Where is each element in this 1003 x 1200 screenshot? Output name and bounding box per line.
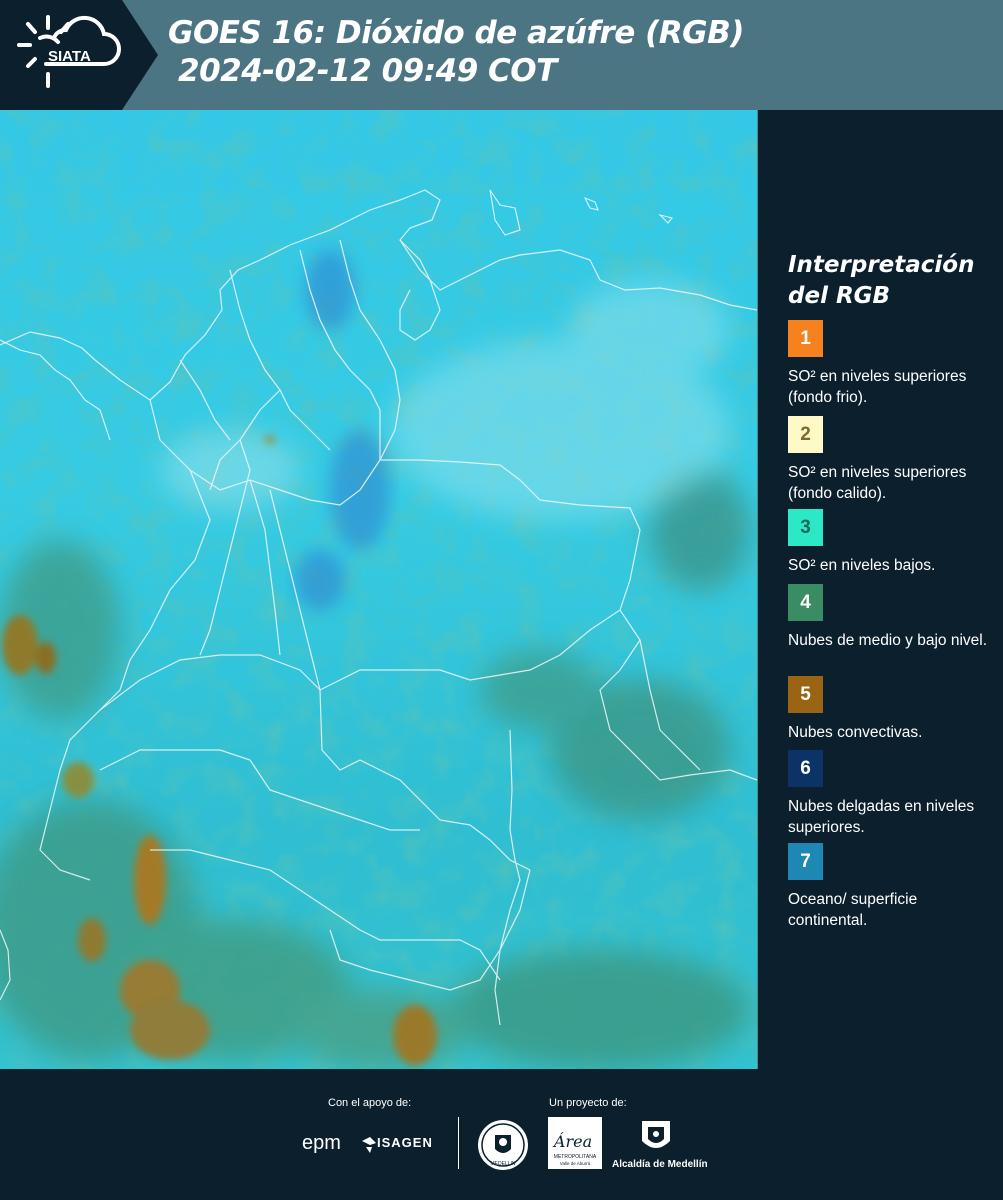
legend-item-7: 7 Oceano/ superficie continental.	[788, 843, 988, 931]
siata-logo-text: SIATA	[48, 48, 91, 65]
legend-title-line2: del RGB	[788, 283, 891, 309]
header-bar: SIATA GOES 16: Dióxido de azúfre (RGB) 2…	[0, 0, 1003, 110]
satellite-image	[0, 110, 757, 1069]
legend-swatch-6: 6	[788, 750, 823, 787]
legend-text-1: SO² en niveles superiores (fondo frio).	[788, 368, 967, 406]
legend-title: Interpretación del RGB	[788, 250, 974, 312]
legend-text-2: SO² en niveles superiores (fondo calido)…	[788, 464, 967, 502]
rgb-legend: Interpretación del RGB 1 SO² en niveles …	[770, 110, 995, 1070]
legend-item-6: 6 Nubes delgadas en niveles superiores.	[788, 750, 988, 838]
legend-item-5: 5 Nubes convectivas.	[788, 676, 988, 743]
medellin-seal: MEDELLIN	[478, 1120, 528, 1170]
isagen-icon	[362, 1137, 376, 1153]
title-product: GOES 16: Dióxido de azúfre (RGB)	[168, 15, 744, 51]
area-logo-subtext2: Valle de Aburrá	[560, 1161, 591, 1166]
legend-text-4: Nubes de medio y bajo nivel.	[788, 632, 988, 649]
legend-swatch-5: 5	[788, 676, 823, 713]
area-metropolitana-logo: Área METROPOLITANA Valle de Aburrá	[548, 1117, 602, 1169]
legend-text-5: Nubes convectivas.	[788, 724, 923, 741]
legend-swatch-7: 7	[788, 843, 823, 880]
footer-divider	[458, 1117, 459, 1169]
isagen-logo: ISAGEN	[377, 1135, 433, 1150]
legend-text-7: Oceano/ superficie continental.	[788, 891, 918, 929]
legend-text-6: Nubes delgadas en niveles superiores.	[788, 798, 975, 836]
title-timestamp: 2024-02-12 09:49 COT	[178, 53, 557, 89]
page-title: GOES 16: Dióxido de azúfre (RGB) 2024-02…	[168, 14, 744, 90]
epm-logo: epm	[302, 1132, 341, 1154]
legend-swatch-1: 1	[788, 320, 823, 357]
legend-swatch-3: 3	[788, 509, 823, 546]
footer: Con el apoyo de: Un proyecto de: epm ISA…	[0, 1070, 1003, 1200]
alcaldia-shield	[642, 1121, 670, 1148]
alcaldia-logo-text: Alcaldía de Medellín	[612, 1159, 708, 1170]
project-label: Un proyecto de:	[549, 1097, 627, 1109]
support-label: Con el apoyo de:	[328, 1097, 412, 1109]
legend-swatch-4: 4	[788, 584, 823, 621]
legend-item-3: 3 SO² en niveles bajos.	[788, 509, 988, 576]
satellite-map	[0, 110, 758, 1069]
sponsor-logos: epm ISAGEN	[302, 1132, 433, 1154]
legend-title-line1: Interpretación	[788, 252, 975, 278]
legend-item-2: 2 SO² en niveles superiores (fondo calid…	[788, 416, 988, 504]
siata-logo: SIATA	[0, 0, 158, 110]
area-logo-text: Área	[552, 1131, 592, 1151]
legend-item-4: 4 Nubes de medio y bajo nivel.	[788, 584, 988, 651]
area-logo-subtext: METROPOLITANA	[554, 1154, 597, 1160]
medellin-seal-text: MEDELLIN	[490, 1161, 515, 1167]
legend-text-3: SO² en niveles bajos.	[788, 557, 936, 574]
legend-swatch-2: 2	[788, 416, 823, 453]
legend-item-1: 1 SO² en niveles superiores (fondo frio)…	[788, 320, 988, 408]
